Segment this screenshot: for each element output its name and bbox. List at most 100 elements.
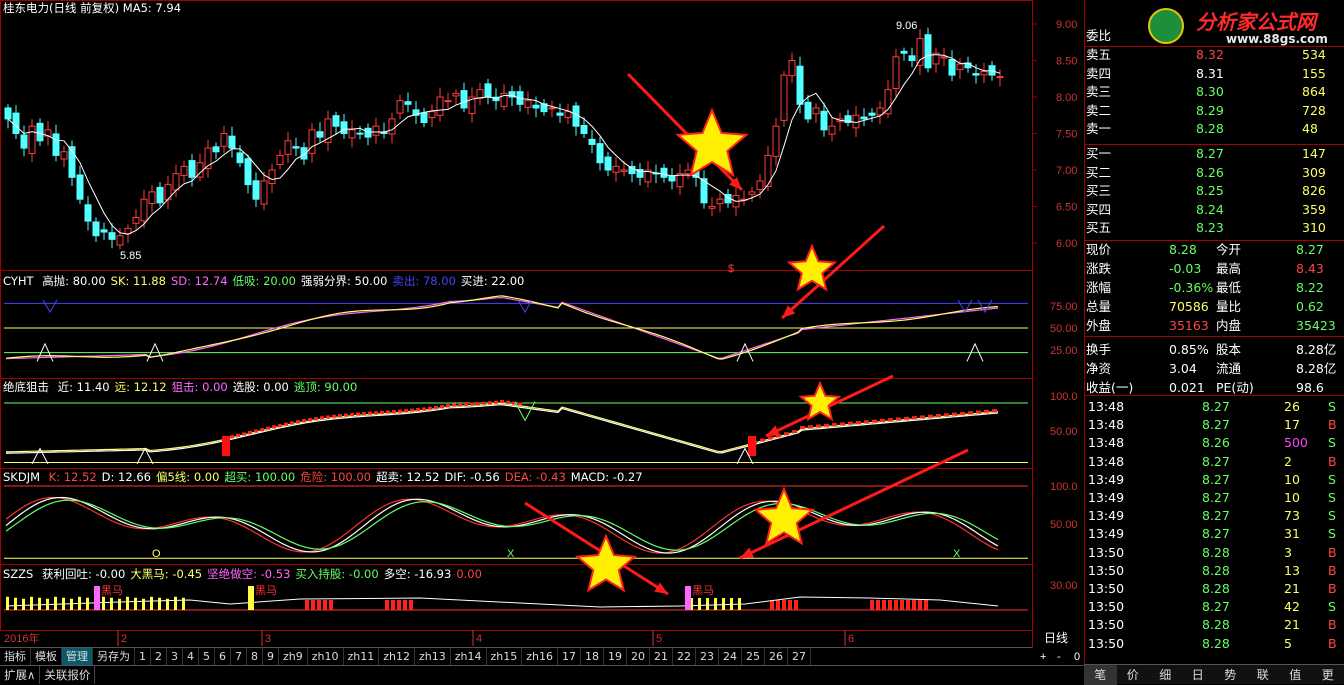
tab-zh15[interactable]: zh15: [487, 648, 523, 665]
scroll-button: +: [1040, 651, 1046, 663]
tab-2[interactable]: 2: [151, 648, 167, 665]
quote-tab[interactable]: 价: [1117, 665, 1150, 685]
jdzj-signal-bar: [278, 424, 282, 427]
bottom-tab[interactable]: 扩展∧: [0, 666, 40, 684]
quote-tab[interactable]: 势: [1214, 665, 1247, 685]
szzs-heima-label: 黑马: [692, 584, 714, 597]
szzs-bar: [22, 599, 25, 610]
candle-body: [221, 134, 227, 147]
candle-body: [925, 35, 931, 68]
tab-27[interactable]: 27: [788, 648, 811, 665]
tab-8[interactable]: 8: [247, 648, 263, 665]
tab-18[interactable]: 18: [581, 648, 604, 665]
tab-23[interactable]: 23: [696, 648, 719, 665]
tab-24[interactable]: 24: [719, 648, 742, 665]
quote-tab[interactable]: 笔: [1084, 665, 1117, 685]
tick-price: 8.28: [1202, 562, 1230, 580]
tab-17[interactable]: 17: [558, 648, 581, 665]
tab-模板[interactable]: 模板: [31, 648, 62, 665]
stat-label: PE(动): [1216, 379, 1254, 397]
tab-5[interactable]: 5: [199, 648, 215, 665]
candle-body: [365, 128, 371, 137]
skdjm-legend-item: 超卖: 12.52: [376, 470, 439, 484]
szzs-red-bar: [329, 600, 333, 610]
tab-4[interactable]: 4: [183, 648, 199, 665]
tab-21[interactable]: 21: [650, 648, 673, 665]
candle-body: [589, 139, 595, 144]
stat-label: 内盘: [1216, 317, 1241, 335]
candle-body: [437, 97, 443, 115]
tab-zh9[interactable]: zh9: [279, 648, 308, 665]
skdjm-o-mark: O: [152, 548, 161, 560]
kline-chart-canvas[interactable]: 9.008.508.007.507.006.506.009.065.85$75.…: [0, 0, 1344, 684]
tab-zh16[interactable]: zh16: [522, 648, 558, 665]
jdzj-signal-bar: [936, 414, 941, 417]
candle-body: [77, 175, 83, 199]
jdzj-far-line: [6, 403, 998, 452]
tick-time: 13:49: [1088, 507, 1124, 525]
jdzj-signal-bar: [434, 406, 438, 409]
cyht-legend-item: 买进: 22.00: [461, 274, 524, 288]
tab-20[interactable]: 20: [627, 648, 650, 665]
jdzj-signal-bar: [928, 415, 933, 418]
quote-tab[interactable]: 值: [1279, 665, 1312, 685]
tab-19[interactable]: 19: [604, 648, 627, 665]
jdzj-signal-bar: [320, 416, 324, 419]
x-axis-month: 6: [848, 633, 854, 645]
szzs-red-bar: [918, 600, 922, 610]
tab-25[interactable]: 25: [742, 648, 765, 665]
tick-volume: 42: [1284, 598, 1300, 616]
jdzj-signal-bar: [272, 425, 276, 428]
star-icon: [801, 383, 839, 419]
stat-label: 今开: [1216, 241, 1241, 259]
jdzj-signal-bar: [284, 423, 288, 426]
candle-body: [309, 130, 315, 153]
tab-6[interactable]: 6: [215, 648, 231, 665]
tab-zh11[interactable]: zh11: [344, 648, 380, 665]
bid-label: 买四: [1086, 201, 1111, 219]
tab-26[interactable]: 26: [765, 648, 788, 665]
tab-zh14[interactable]: zh14: [451, 648, 487, 665]
candle-body: [405, 102, 411, 105]
tab-管理[interactable]: 管理: [62, 648, 93, 665]
candle-body: [317, 132, 323, 137]
cyht-legend: CYHT 高抛: 80.00SK: 11.88SD: 12.74低吸: 20.0…: [3, 274, 524, 288]
candle-body: [37, 123, 43, 140]
stat-value: -0.03: [1169, 260, 1201, 278]
candle-body: [613, 166, 619, 172]
candle-body: [157, 187, 163, 202]
candle-body: [805, 102, 811, 119]
tab-9[interactable]: 9: [263, 648, 279, 665]
quote-tab[interactable]: 细: [1149, 665, 1182, 685]
bid-volume: 309: [1302, 164, 1326, 182]
tab-zh12[interactable]: zh12: [379, 648, 415, 665]
ask-label: 卖一: [1086, 120, 1111, 138]
ask-volume: 48: [1302, 120, 1318, 138]
tick-volume: 13: [1284, 562, 1300, 580]
tick-price: 8.28: [1202, 580, 1230, 598]
tab-1[interactable]: 1: [135, 648, 151, 665]
high-marker-label: 9.06: [896, 20, 917, 32]
tick-volume: 5: [1284, 635, 1292, 653]
szzs-bar: [118, 599, 121, 610]
tab-3[interactable]: 3: [167, 648, 183, 665]
bottom-tab[interactable]: 关联报价: [40, 666, 95, 684]
quote-tab[interactable]: 联: [1247, 665, 1280, 685]
candle-body: [445, 101, 451, 102]
candle-body: [917, 39, 923, 66]
quote-tab[interactable]: 更: [1312, 665, 1344, 685]
jdzj-strike-bar: [748, 436, 756, 456]
tab-另存为[interactable]: 另存为: [93, 648, 135, 665]
tab-7[interactable]: 7: [231, 648, 247, 665]
skdjm-axis-label: 100.0: [1050, 481, 1078, 493]
tick-side: B: [1328, 635, 1337, 653]
tab-22[interactable]: 22: [673, 648, 696, 665]
tab-zh10[interactable]: zh10: [308, 648, 344, 665]
jdzj-signal-bar: [296, 420, 300, 423]
ask-price: 8.29: [1196, 102, 1224, 120]
tab-zh13[interactable]: zh13: [415, 648, 451, 665]
tab-指标[interactable]: 指标: [0, 648, 31, 665]
jdzj-legend-item: 逃顶: 90.00: [294, 380, 357, 394]
candle-body: [885, 90, 891, 114]
quote-tab[interactable]: 日: [1182, 665, 1215, 685]
